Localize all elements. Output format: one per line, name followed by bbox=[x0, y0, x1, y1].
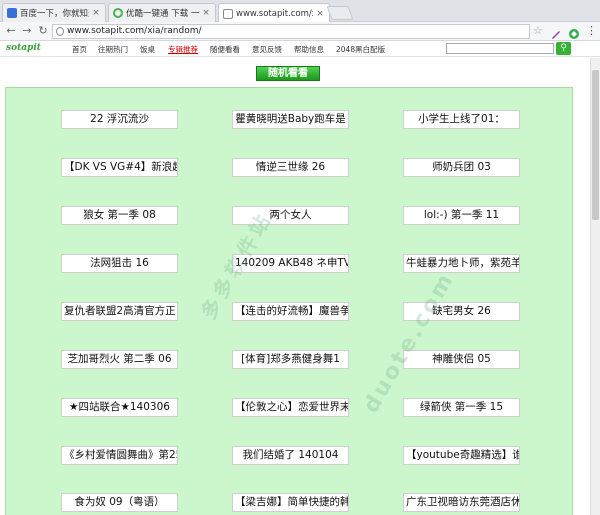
video-link[interactable]: ★四站联合★140306 bbox=[61, 398, 178, 417]
video-link[interactable]: 食为奴 09（粤语） bbox=[61, 493, 178, 512]
reload-icon[interactable]: ↻ bbox=[36, 24, 50, 38]
nav-random[interactable]: 随便看看 bbox=[210, 44, 240, 55]
close-icon[interactable]: × bbox=[201, 8, 211, 18]
tab-title: 优酷一键通 下载 一键同 bbox=[126, 9, 199, 19]
nav-dinner[interactable]: 饭桌 bbox=[140, 44, 155, 55]
video-link[interactable]: 【youtube奇趣精选】谁 bbox=[403, 446, 520, 465]
close-icon[interactable]: × bbox=[315, 9, 325, 19]
nav-help[interactable]: 帮助信息 bbox=[294, 44, 324, 55]
video-link[interactable]: 广东卫视暗访东莞酒店休 bbox=[403, 493, 520, 512]
random-browse-button[interactable]: 随机看看 bbox=[256, 66, 320, 81]
video-link[interactable]: 师奶兵团 03 bbox=[403, 158, 520, 177]
video-link[interactable]: 缺宅男女 26 bbox=[403, 302, 520, 321]
video-link[interactable]: 22 浮沉流沙 bbox=[61, 110, 178, 129]
scrollbar-thumb[interactable] bbox=[592, 70, 599, 220]
video-link[interactable]: 绿箭侠 第一季 15 bbox=[403, 398, 520, 417]
tab-title: www.sotapit.com/xia/r bbox=[236, 8, 313, 19]
random-video-panel: 22 浮沉流沙 瞿黄晓明送Baby跑车是 小学生上线了01： 【DK VS VG… bbox=[5, 87, 573, 515]
loading-spinner-icon bbox=[113, 8, 123, 18]
url-text: www.sotapit.com/xia/random/ bbox=[67, 26, 202, 36]
site-navigation: sotapit 首页 往期热门 饭桌 专辑推荐 随便看看 意见反馈 帮助信息 2… bbox=[0, 41, 600, 57]
video-link[interactable]: 【梁吉娜】简单快捷的韩 bbox=[232, 493, 349, 512]
extension-green-icon[interactable] bbox=[568, 25, 580, 39]
video-link[interactable]: 【连击的好流畅】魔兽争 bbox=[232, 302, 349, 321]
tab-title: 百度一下，你就知道 bbox=[20, 9, 89, 19]
site-search-input[interactable] bbox=[446, 43, 554, 54]
video-link[interactable]: 芝加哥烈火 第二季 06 bbox=[61, 350, 178, 369]
nav-album[interactable]: 专辑推荐 bbox=[168, 44, 198, 55]
video-link[interactable]: 法网狙击 16 bbox=[61, 254, 178, 273]
new-tab-button[interactable] bbox=[326, 6, 354, 20]
video-link[interactable]: 140209 AKB48 ネ申TV bbox=[232, 254, 349, 273]
video-link[interactable]: 【DK VS VG#4】新浪超 bbox=[61, 158, 178, 177]
page-scrollbar[interactable] bbox=[590, 58, 600, 515]
video-link[interactable]: 牛蛙暴力地卜师，紫苑羊 bbox=[403, 254, 520, 273]
nav-past-hot[interactable]: 往期热门 bbox=[98, 44, 128, 55]
forward-icon[interactable]: → bbox=[20, 24, 34, 38]
video-link[interactable]: 神雕侠侣 05 bbox=[403, 350, 520, 369]
video-link[interactable]: 《乡村爱情圆舞曲》第25 bbox=[61, 446, 178, 465]
bookmark-star-icon[interactable]: ☆ bbox=[533, 24, 543, 37]
extension-pen-icon[interactable] bbox=[550, 25, 562, 39]
search-icon[interactable]: ⚲ bbox=[556, 42, 571, 55]
address-bar[interactable]: www.sotapit.com/xia/random/ bbox=[52, 24, 530, 39]
browser-toolbar: ← → ↻ www.sotapit.com/xia/random/ ☆ ⋮ bbox=[0, 22, 600, 41]
video-link[interactable]: 小学生上线了01： bbox=[403, 110, 520, 129]
video-link[interactable]: 复仇者联盟2高清官方正 bbox=[61, 302, 178, 321]
tab-youku[interactable]: 优酷一键通 下载 一键同 × bbox=[108, 3, 216, 22]
browser-tab-strip: 百度一下，你就知道 × 优酷一键通 下载 一键同 × www.sotapit.c… bbox=[0, 0, 600, 23]
video-link[interactable]: 狼女 第一季 08 bbox=[61, 206, 178, 225]
nav-feedback[interactable]: 意见反馈 bbox=[252, 44, 282, 55]
browser-menu-icon[interactable]: ⋮ bbox=[586, 24, 597, 38]
video-link[interactable]: 【伦敦之心】恋爱世界末 bbox=[232, 398, 349, 417]
tab-sotapit[interactable]: www.sotapit.com/xia/r × bbox=[218, 3, 330, 23]
video-link[interactable]: 情逆三世缘 26 bbox=[232, 158, 349, 177]
video-link[interactable]: 我们结婚了 140104 bbox=[232, 446, 349, 465]
video-link[interactable]: 两个女人 bbox=[232, 206, 349, 225]
video-link[interactable]: 瞿黄晓明送Baby跑车是 bbox=[232, 110, 349, 129]
site-logo[interactable]: sotapit bbox=[6, 43, 41, 53]
video-link[interactable]: lol:-) 第一季 11 bbox=[403, 206, 520, 225]
page-info-icon[interactable] bbox=[56, 27, 64, 36]
page-favicon-icon bbox=[223, 8, 233, 19]
nav-2048[interactable]: 2048黑白配版 bbox=[336, 44, 385, 55]
video-link[interactable]: [体育]郑多燕健身舞1 bbox=[232, 350, 349, 369]
tab-baidu[interactable]: 百度一下，你就知道 × bbox=[2, 3, 106, 22]
back-icon[interactable]: ← bbox=[4, 24, 18, 38]
close-icon[interactable]: × bbox=[91, 8, 101, 18]
nav-home[interactable]: 首页 bbox=[72, 44, 87, 55]
baidu-favicon-icon bbox=[7, 8, 17, 18]
